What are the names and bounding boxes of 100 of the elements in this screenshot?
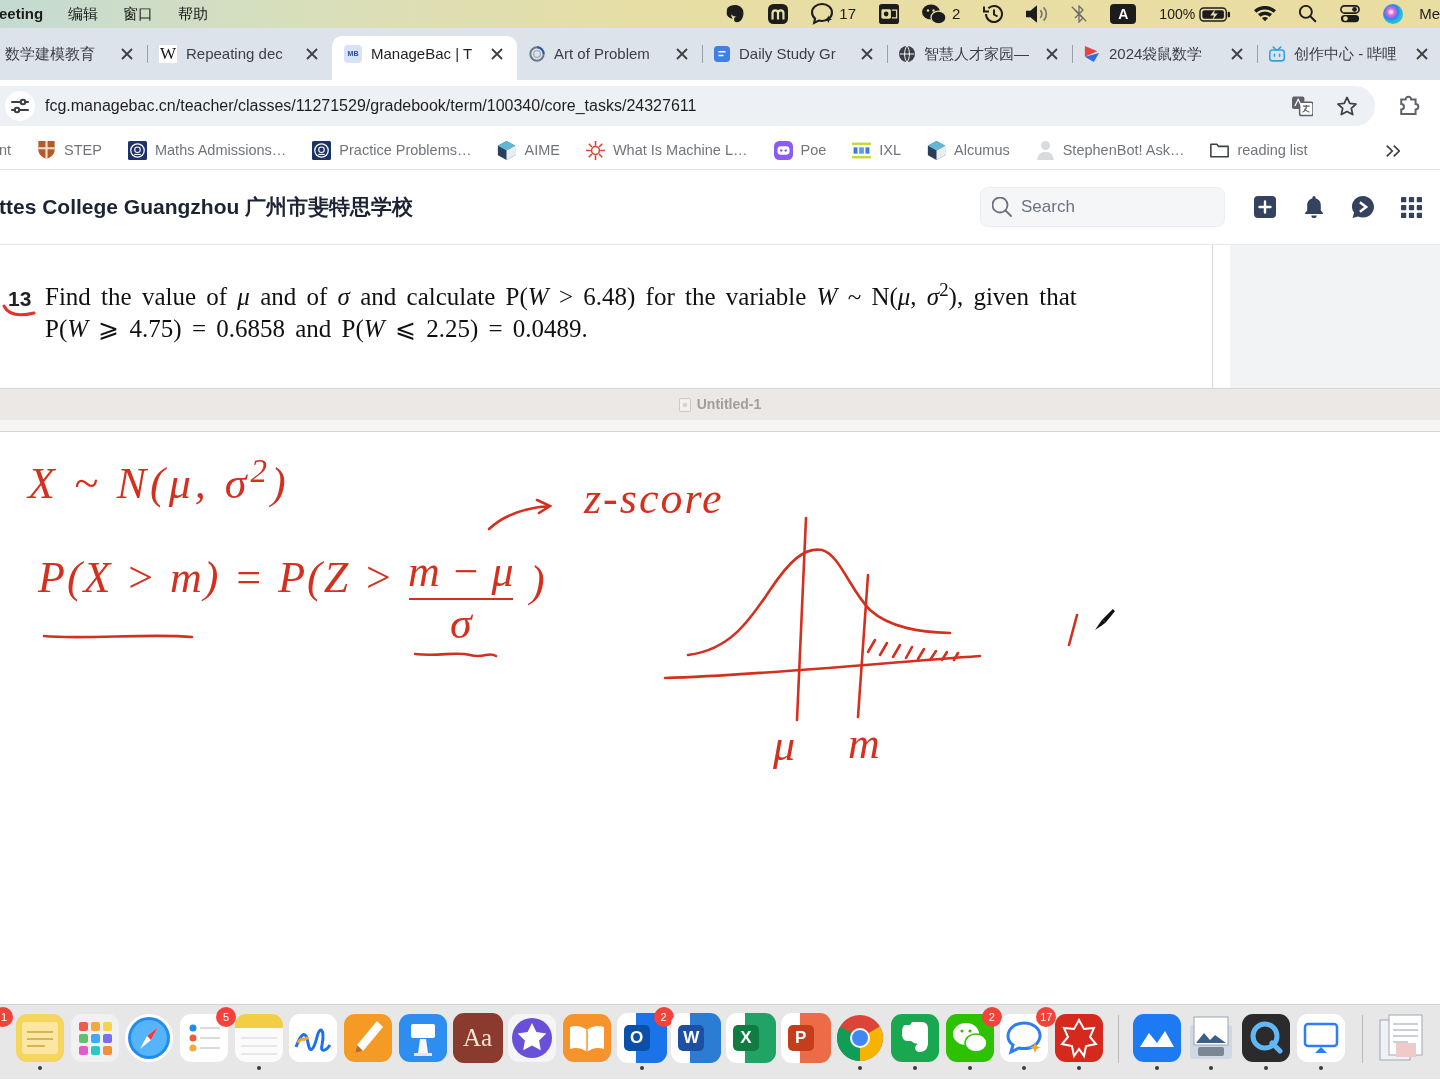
chat-bubbles-icon[interactable] bbox=[922, 4, 946, 24]
puzzle-icon[interactable] bbox=[1399, 94, 1420, 115]
tv-icon bbox=[1269, 46, 1285, 62]
battery-percentage: 100% bbox=[1159, 4, 1196, 24]
seal-icon bbox=[312, 141, 332, 160]
close-icon[interactable] bbox=[491, 48, 503, 60]
close-icon[interactable] bbox=[861, 48, 873, 60]
wifi-icon[interactable] bbox=[1254, 6, 1277, 22]
logo-tile-icon[interactable] bbox=[890, 1013, 940, 1063]
tile-logo-icon bbox=[714, 46, 730, 62]
menu-item[interactable]: eeting bbox=[0, 2, 44, 26]
translate-icon[interactable] bbox=[1292, 95, 1313, 117]
menu-item[interactable]: Me bbox=[1419, 2, 1440, 26]
ring-logo-icon bbox=[529, 46, 545, 62]
handwritten-text: ) bbox=[530, 560, 545, 604]
cube-icon bbox=[927, 141, 947, 160]
bookmark-link[interactable]: StephenBot! Ask… bbox=[1035, 139, 1185, 162]
app-tile[interactable]: Aa bbox=[452, 1013, 503, 1063]
orb-icon[interactable] bbox=[1383, 4, 1404, 24]
menu-item[interactable]: 编辑 bbox=[68, 2, 99, 26]
search-field[interactable]: Search bbox=[980, 187, 1225, 227]
scribble-icon[interactable] bbox=[288, 1013, 339, 1063]
podium-icon[interactable] bbox=[397, 1013, 448, 1063]
bookmark-link[interactable]: STEP bbox=[37, 139, 102, 162]
search-icon bbox=[992, 197, 1012, 217]
bookmark-link[interactable]: IXL bbox=[852, 139, 902, 162]
app-tile[interactable]: W bbox=[671, 1013, 722, 1063]
menu-item[interactable]: 窗口 bbox=[123, 2, 154, 26]
input-source-indicator[interactable]: A bbox=[1110, 4, 1137, 24]
app-tile[interactable]: X bbox=[725, 1013, 776, 1063]
toggles-icon[interactable] bbox=[1340, 4, 1361, 24]
tricolor-circle-icon[interactable] bbox=[835, 1013, 886, 1063]
bookmark-link[interactable]: What Is Machine L… bbox=[585, 139, 748, 162]
search-icon[interactable] bbox=[1299, 5, 1318, 23]
notification-count: 17 bbox=[839, 3, 856, 24]
ink-stroke-icon bbox=[1066, 613, 1080, 647]
swoosh-logo-icon bbox=[1084, 46, 1100, 62]
history-icon[interactable] bbox=[983, 4, 1004, 24]
add-icon[interactable] bbox=[1254, 196, 1276, 218]
person-icon bbox=[1035, 141, 1055, 160]
sliders-icon[interactable] bbox=[5, 91, 35, 121]
close-icon[interactable] bbox=[121, 48, 133, 60]
arches-icon[interactable] bbox=[768, 4, 789, 24]
menu-item[interactable]: 帮助 bbox=[178, 2, 209, 26]
notification-count: 17 bbox=[1036, 1007, 1057, 1027]
handwritten-text: σ bbox=[449, 602, 472, 646]
pen-cursor-icon bbox=[1094, 608, 1116, 630]
mail-app-icon[interactable] bbox=[879, 4, 899, 24]
folder-icon bbox=[1210, 141, 1230, 160]
magnifier-icon[interactable] bbox=[1241, 1013, 1292, 1063]
striped-logo-icon bbox=[852, 141, 872, 160]
close-icon[interactable] bbox=[1046, 48, 1058, 60]
favicon: W bbox=[159, 45, 177, 63]
browser-tab[interactable]: 数学建模教育 bbox=[0, 36, 147, 80]
handwritten-text: X ~ N(μ, σ$^{2}$) bbox=[28, 462, 290, 506]
cube-icon bbox=[497, 141, 517, 160]
arrow-icon bbox=[486, 498, 552, 532]
bookmark-link[interactable]: Alcumus bbox=[927, 139, 1010, 162]
message-icon[interactable] bbox=[1352, 196, 1374, 218]
handwritten-text: μ bbox=[773, 724, 796, 768]
sun-icon bbox=[585, 141, 605, 160]
app-tile[interactable]: P bbox=[780, 1013, 831, 1063]
star-icon[interactable] bbox=[1337, 96, 1357, 116]
checklist-icon[interactable] bbox=[179, 1013, 230, 1063]
school-name: ttes College Guangzhou 广州市斐特思学校 bbox=[0, 194, 414, 221]
compass-icon[interactable] bbox=[124, 1013, 175, 1063]
bookmark-link[interactable]: Practice Problems… bbox=[312, 139, 472, 162]
handwritten-text: z-score bbox=[584, 477, 724, 521]
app-grid-icon[interactable] bbox=[69, 1013, 120, 1063]
handwritten-text: m − μ bbox=[408, 550, 514, 594]
logo-icon[interactable] bbox=[725, 4, 746, 24]
notification-count: 2 bbox=[952, 3, 961, 24]
notification-count: 5 bbox=[216, 1007, 237, 1027]
bell-icon[interactable] bbox=[1303, 196, 1325, 218]
volume-icon[interactable] bbox=[1026, 4, 1049, 24]
window-title: Untitled-1 bbox=[696, 395, 762, 414]
crest-icon bbox=[37, 141, 57, 160]
star-burst-icon[interactable] bbox=[1054, 1013, 1105, 1063]
notification-count: 2 bbox=[981, 1007, 1002, 1027]
address-bar[interactable]: fcg.managebac.cn/teacher/classes/11271529/gradebook/term/100340/core_tasks/24327611 bbox=[0, 86, 1375, 126]
battery-icon[interactable] bbox=[1199, 6, 1232, 22]
mountains-icon[interactable] bbox=[1131, 1013, 1182, 1063]
bluetooth-off-icon[interactable] bbox=[1071, 5, 1088, 23]
chat-bubble-icon[interactable] bbox=[811, 3, 834, 25]
apps-grid-icon[interactable] bbox=[1401, 196, 1422, 218]
close-icon[interactable] bbox=[306, 48, 318, 60]
close-icon[interactable] bbox=[1231, 48, 1243, 60]
browser-tab[interactable]: Art of Problem bbox=[517, 36, 702, 80]
bookmark-link[interactable]: nt bbox=[0, 139, 12, 162]
bookmark-link[interactable]: AIME bbox=[497, 139, 560, 162]
document-icon bbox=[678, 397, 691, 412]
bookmark-link[interactable]: Maths Admissions… bbox=[127, 139, 287, 162]
question-number: 13 bbox=[8, 287, 32, 310]
monitor-icon[interactable] bbox=[1295, 1013, 1346, 1063]
close-icon[interactable] bbox=[1416, 48, 1428, 60]
question-text: Find the value of μ and of σ and calculate P(W > 6.48) for the variable W ~ N(μ, σ$^{2}$), given that P(W ⩾ 4.75) = 0.6858 and P(W ⩽ 2.25) = 0.0489. bbox=[45, 281, 1078, 345]
chevrons-icon[interactable] bbox=[1386, 143, 1400, 158]
bookmark-link[interactable]: reading list bbox=[1210, 139, 1308, 162]
bookmark-link[interactable]: Poe bbox=[773, 139, 827, 162]
close-icon[interactable] bbox=[676, 48, 688, 60]
